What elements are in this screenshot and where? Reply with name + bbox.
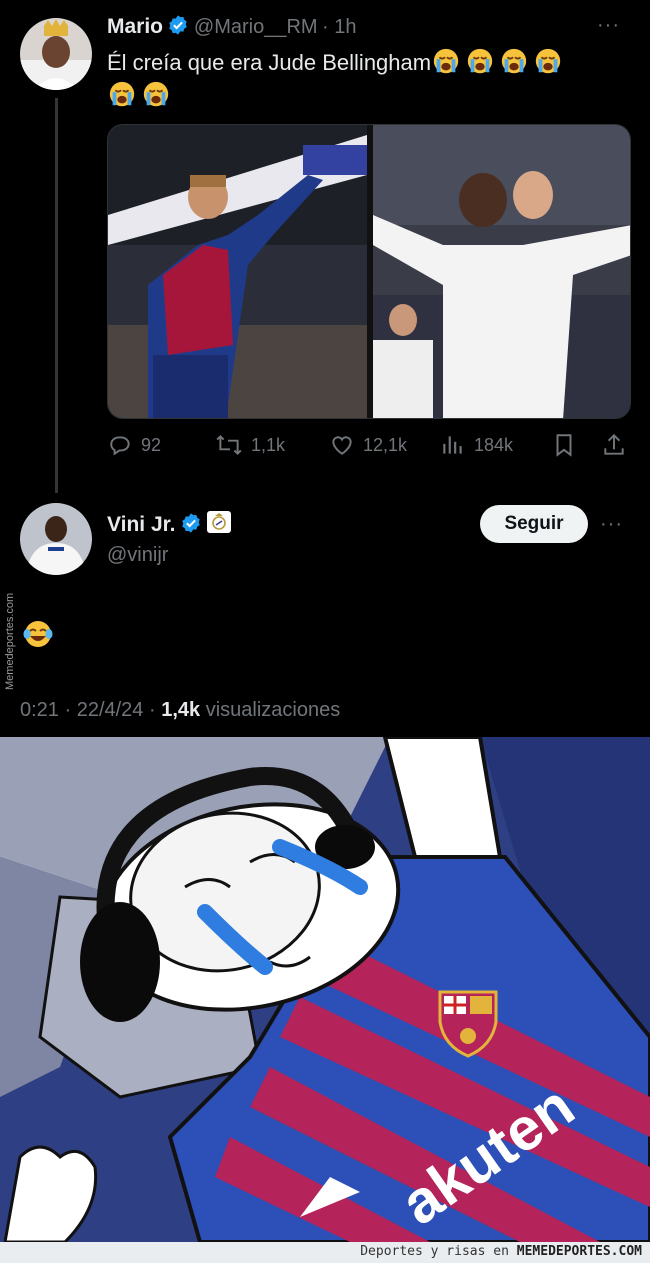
footer-prefix: Deportes y risas en: [360, 1244, 509, 1259]
retweet-count: 1,1k: [251, 434, 286, 455]
retweet-button[interactable]: 1,1k: [215, 432, 285, 458]
heart-icon: [332, 436, 352, 455]
tweet2-timestamp[interactable]: 0:21 · 22/4/24 ·: [20, 699, 156, 721]
side-watermark: Memedeportes.com: [4, 592, 16, 690]
reply-button[interactable]: 92: [107, 432, 161, 458]
bookmark-icon: [556, 434, 572, 457]
meme-illustration: akuten: [0, 737, 650, 1242]
tweet1-header: Mario @Mario__RM · 1h: [107, 14, 357, 41]
views-count: 184k: [474, 434, 514, 455]
tweet1-action-bar: 92 1,1k 12,1k 184k: [107, 432, 627, 462]
loudly-crying-face-icon: [501, 48, 527, 74]
tweet2-header: Vini Jr.: [107, 510, 232, 539]
footer-watermark-text: Deportes y risas en MEMEDEPORTES.COM: [360, 1244, 642, 1259]
loudly-crying-face-icon: [433, 48, 459, 74]
tweet1-author-handle[interactable]: @Mario__RM: [194, 16, 318, 38]
tweet1-text-body: Él creía que era Jude Bellingham: [107, 50, 432, 75]
follow-button[interactable]: Seguir: [480, 505, 588, 543]
bookmark-button[interactable]: [551, 432, 585, 458]
media-image-right[interactable]: [373, 125, 630, 418]
footer-brand[interactable]: MEMEDEPORTES.COM: [517, 1244, 642, 1259]
affiliation-badge-icon[interactable]: [206, 510, 232, 539]
tweet2-views-count: 1,4k: [161, 699, 201, 721]
tweet2-views-label: visualizaciones: [205, 699, 341, 721]
tweet1-media-grid[interactable]: [107, 124, 631, 419]
tweet1-text: Él creía que era Jude Bellingham: [107, 46, 627, 112]
reply-count: 92: [141, 434, 162, 455]
face-with-tears-of-joy-icon: [23, 621, 53, 647]
verified-badge-icon: [180, 512, 202, 539]
avatar-vinijr[interactable]: [20, 503, 92, 575]
loudly-crying-face-icon: [535, 48, 561, 74]
more-options-icon[interactable]: ···: [600, 513, 623, 536]
loudly-crying-face-icon: [109, 81, 135, 107]
views-button[interactable]: 184k: [440, 432, 513, 458]
footer-watermark-bar: Deportes y risas en MEMEDEPORTES.COM: [0, 1242, 650, 1263]
tweet1-timestamp[interactable]: · 1h: [322, 16, 356, 38]
share-button[interactable]: [601, 432, 635, 458]
tweet2-author-handle[interactable]: @vinijr: [107, 544, 168, 567]
loudly-crying-face-icon: [467, 48, 493, 74]
tweet-thread: Mario @Mario__RM · 1h ··· Él creía que e…: [0, 0, 650, 737]
tweet2-text-emoji: [22, 618, 54, 655]
reply-icon: [110, 436, 130, 456]
like-button[interactable]: 12,1k: [329, 432, 407, 458]
tweet1-author-name[interactable]: Mario: [107, 15, 163, 38]
media-image-left[interactable]: [108, 125, 367, 418]
share-icon: [604, 433, 624, 455]
views-chart-icon: [443, 436, 462, 454]
tweet2-author-name[interactable]: Vini Jr.: [107, 513, 176, 536]
like-count: 12,1k: [363, 434, 408, 455]
avatar-mario[interactable]: [20, 18, 92, 90]
loudly-crying-face-icon: [143, 81, 169, 107]
retweet-icon: [216, 435, 242, 455]
thread-connector-line: [55, 98, 58, 493]
more-options-icon[interactable]: ···: [597, 14, 620, 37]
verified-badge-icon: [167, 14, 189, 41]
tweet2-meta: 0:21 · 22/4/24 · 1,4k visualizaciones: [20, 699, 340, 722]
